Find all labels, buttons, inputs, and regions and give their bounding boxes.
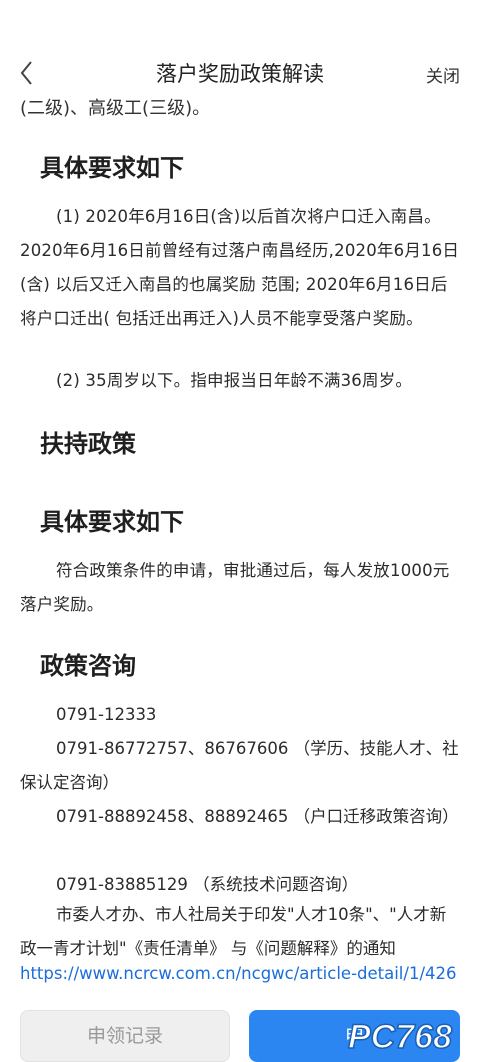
notice-text: 市委人才办、市人社局关于印发"人才10条"、"人才新政一青才计划"《责任清单》 … [20, 905, 447, 958]
page-title: 落户奖励政策解读 [156, 62, 324, 86]
section-title-consult: 政策咨询 [40, 652, 136, 680]
requirement-1: (1) 2020年6月16日(含)以后首次将户口迁入南昌。2020年6月16日前… [20, 207, 460, 328]
phone-tech: 0791-83885129 （系统技术问题咨询） [56, 875, 359, 894]
apply-record-button[interactable]: 申领记录 [20, 1010, 230, 1062]
support-text: 符合政策条件的申请，审批通过后，每人发放1000元落户奖励。 [20, 561, 450, 614]
header-bar: 落户奖励政策解读 关闭 [0, 0, 480, 100]
notice-link[interactable]: https://www.ncrcw.com.cn/ncgwc/article-d… [20, 964, 457, 983]
section-title-requirements: 具体要求如下 [40, 154, 184, 182]
phone-hukou: 0791-88892458、88892465 （户口迁移政策咨询） [56, 807, 459, 826]
back-arrow-icon[interactable] [16, 58, 38, 88]
section-title-requirements-2: 具体要求如下 [40, 508, 184, 536]
phone-education: 0791-86772757、86767606 （学历、技能人才、社保认定咨询） [20, 739, 459, 792]
watermark-text: PC768 [348, 1018, 452, 1056]
phone-general: 0791-12333 [56, 705, 157, 724]
truncated-line: (二级)、高级工(三级)。 [20, 98, 211, 119]
section-title-support: 扶持政策 [40, 430, 136, 458]
watermark-logo: PC768 [347, 1017, 453, 1057]
article-content[interactable]: (二级)、高级工(三级)。 具体要求如下 (1) 2020年6月16日(含)以后… [0, 88, 480, 1003]
requirement-2: (2) 35周岁以下。指申报当日年龄不满36周岁。 [56, 371, 413, 390]
close-button[interactable]: 关闭 [426, 62, 460, 87]
